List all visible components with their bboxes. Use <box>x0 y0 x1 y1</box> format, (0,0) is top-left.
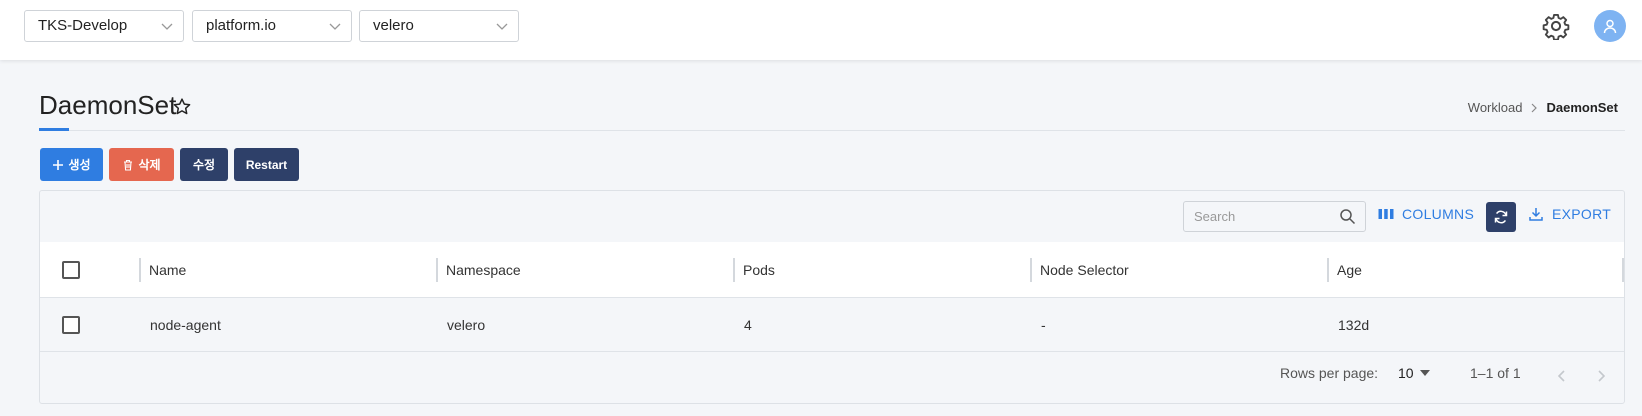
search-icon[interactable] <box>1339 208 1356 225</box>
page-title: DaemonSet <box>39 90 177 120</box>
export-button[interactable]: EXPORT <box>1528 206 1611 222</box>
row-checkbox[interactable] <box>62 316 80 334</box>
chevron-right-icon <box>1532 103 1538 112</box>
table-header: Name Namespace Pods Node Selector Age <box>40 242 1624 298</box>
edit-button[interactable]: 수정 <box>180 148 228 181</box>
restart-button[interactable]: Restart <box>234 148 299 181</box>
namespace-select[interactable]: velero <box>359 10 519 42</box>
project-select-value: platform.io <box>206 17 277 34</box>
rows-per-page-value: 10 <box>1398 365 1414 381</box>
table-row[interactable]: node-agent velero 4 - 132d <box>40 298 1624 352</box>
cluster-select[interactable]: TKS-Develop <box>24 10 184 42</box>
export-button-label: EXPORT <box>1552 206 1612 222</box>
pagination-range: 1–1 of 1 <box>1470 365 1521 381</box>
edit-button-label: 수정 <box>192 158 216 172</box>
cell-namespace: velero <box>447 317 486 333</box>
plus-icon <box>53 159 64 170</box>
column-header-node-selector[interactable]: Node Selector <box>1030 242 1129 298</box>
cell-name[interactable]: node-agent <box>150 298 221 352</box>
trash-icon <box>124 159 133 171</box>
breadcrumb: Workload DaemonSet <box>1468 100 1618 115</box>
namespace-select-value: velero <box>373 17 414 34</box>
refresh-button[interactable] <box>1486 202 1516 232</box>
column-header-namespace[interactable]: Namespace <box>436 242 521 298</box>
chevron-left-icon[interactable] <box>1555 368 1569 384</box>
select-all-checkbox[interactable] <box>62 261 80 279</box>
cell-node-selector: - <box>1041 317 1046 333</box>
breadcrumb-item-workload[interactable]: Workload <box>1468 100 1523 115</box>
project-select[interactable]: platform.io <box>192 10 352 42</box>
restart-button-label: Restart <box>245 157 288 172</box>
cell-age: 132d <box>1338 317 1370 333</box>
rows-per-page-label: Rows per page: <box>1280 365 1379 381</box>
gear-icon[interactable] <box>1542 12 1570 40</box>
columns-button-label: COLUMNS <box>1402 206 1475 222</box>
cluster-select-value: TKS-Develop <box>38 17 128 34</box>
columns-icon <box>1378 209 1394 219</box>
delete-button[interactable]: 삭제 <box>109 148 174 181</box>
column-header-pods[interactable]: Pods <box>733 242 775 298</box>
top-bar: TKS-Develop platform.io velero <box>0 0 1642 60</box>
refresh-icon <box>1494 210 1508 224</box>
search-input[interactable] <box>1184 202 1324 231</box>
chevron-down-icon <box>161 23 173 30</box>
title-accent-bar <box>39 128 69 131</box>
caret-down-icon <box>1419 370 1430 376</box>
column-header-name[interactable]: Name <box>139 242 186 298</box>
columns-button[interactable]: COLUMNS <box>1378 206 1474 222</box>
user-icon <box>1603 19 1617 34</box>
cell-pods: 4 <box>744 317 752 333</box>
column-header-age[interactable]: Age <box>1327 242 1362 298</box>
star-icon[interactable] <box>172 97 192 117</box>
create-button-label: 생성 <box>68 158 91 172</box>
title-divider <box>39 130 1625 131</box>
chevron-down-icon <box>496 23 508 30</box>
column-divider <box>1622 258 1624 282</box>
rows-per-page-select[interactable]: 10 <box>1398 365 1430 381</box>
create-button[interactable]: 생성 <box>40 148 103 181</box>
avatar[interactable] <box>1594 10 1626 42</box>
delete-button-label: 삭제 <box>138 158 161 172</box>
download-icon <box>1529 208 1543 221</box>
chevron-right-icon[interactable] <box>1594 368 1608 384</box>
search-field[interactable] <box>1183 201 1366 232</box>
breadcrumb-item-current: DaemonSet <box>1546 100 1618 115</box>
chevron-down-icon <box>329 23 341 30</box>
